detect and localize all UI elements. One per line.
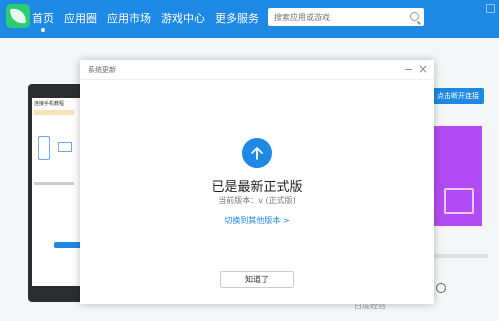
progress-bar bbox=[432, 254, 488, 258]
disconnect-button[interactable]: 点击断开连接 bbox=[432, 88, 484, 104]
app-logo[interactable] bbox=[6, 4, 30, 28]
phone-guide-tip bbox=[34, 110, 74, 115]
nav-item-game-center[interactable]: 游戏中心 bbox=[161, 10, 205, 26]
nav-item-app-circle[interactable]: 应用圈 bbox=[64, 10, 97, 26]
top-bar: 首页 应用圈 应用市场 游戏中心 更多服务 bbox=[0, 0, 499, 38]
dialog-minimize-icon[interactable] bbox=[405, 69, 412, 70]
search-box bbox=[268, 8, 424, 26]
folder-icon bbox=[444, 188, 474, 214]
switch-version-link[interactable]: 切换到其他版本 > bbox=[80, 215, 434, 226]
window-controls bbox=[486, 4, 495, 13]
update-status-heading: 已是最新正式版 bbox=[211, 180, 303, 195]
search-icon[interactable] bbox=[410, 12, 419, 21]
search-input[interactable] bbox=[268, 8, 398, 26]
dialog-titlebar: 系统更新 × bbox=[80, 60, 434, 80]
current-version-text: 当前版本：v (正式版) bbox=[218, 196, 296, 205]
info-icon bbox=[436, 283, 446, 293]
phone-guide-title: 连接手机教程 bbox=[34, 101, 65, 107]
nav-item-app-market[interactable]: 应用市场 bbox=[107, 10, 151, 26]
dialog-title: 系统更新 bbox=[88, 66, 116, 74]
leaf-icon bbox=[9, 6, 27, 26]
nav-item-home[interactable]: 首页 bbox=[32, 10, 54, 32]
phone-guide-text bbox=[34, 182, 74, 185]
arrow-up-icon bbox=[242, 138, 272, 168]
close-icon[interactable]: × bbox=[418, 63, 428, 75]
nav-item-more-services[interactable]: 更多服务 bbox=[215, 10, 259, 26]
phone-icon bbox=[38, 136, 50, 160]
computer-icon bbox=[58, 142, 72, 152]
main-nav: 首页 应用圈 应用市场 游戏中心 更多服务 bbox=[32, 10, 259, 32]
promo-banner[interactable] bbox=[432, 126, 482, 226]
minimize-button[interactable] bbox=[486, 4, 495, 13]
ok-button[interactable]: 知道了 bbox=[220, 271, 294, 288]
system-update-dialog: 系统更新 × 已是最新正式版 当前版本：v (正式版) 切换到其他版本 > 知道… bbox=[80, 60, 434, 304]
